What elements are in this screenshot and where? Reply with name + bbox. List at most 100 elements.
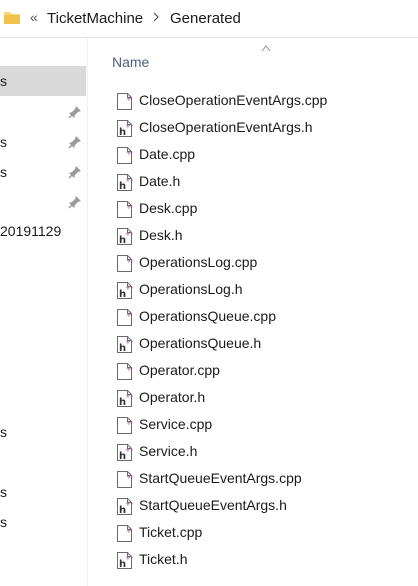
file-name: OperationsLog.h [139, 281, 243, 297]
svg-text:++: ++ [126, 419, 133, 427]
file-row[interactable]: ++ OperationsQueue.cpp [116, 304, 406, 330]
file-row[interactable]: h++ Operator.h [116, 385, 406, 411]
header-file-icon: h++ [117, 282, 133, 300]
navigation-pane[interactable]: s s s 20191129 s s s [0, 38, 88, 586]
nav-item[interactable]: s [0, 477, 86, 507]
file-name: Date.h [139, 173, 181, 189]
svg-text:++: ++ [125, 176, 133, 184]
file-row[interactable]: h++ CloseOperationEventArgs.h [116, 115, 406, 141]
file-row[interactable]: ++ StartQueueEventArgs.cpp [116, 466, 406, 492]
pin-icon[interactable] [68, 105, 82, 119]
nav-item[interactable]: s [0, 157, 86, 187]
cpp-file-icon: ++ [117, 93, 133, 110]
file-row[interactable]: h++ Desk.h [116, 223, 406, 249]
cpp-file-icon: ++ [117, 417, 133, 434]
breadcrumb-overflow-button[interactable]: « [30, 9, 38, 25]
file-row[interactable]: ++ Desk.cpp [116, 196, 406, 222]
file-row[interactable]: h++ Ticket.h [116, 547, 406, 573]
cpp-file-icon: ++ [117, 525, 133, 542]
nav-item[interactable]: s [0, 127, 86, 157]
file-name: OperationsQueue.h [139, 335, 262, 351]
nav-item[interactable] [0, 187, 86, 217]
svg-text:++: ++ [125, 122, 133, 130]
svg-text:++: ++ [126, 95, 133, 103]
breadcrumb-ticketmachine[interactable]: TicketMachine [47, 10, 143, 27]
svg-text:++: ++ [126, 473, 133, 481]
cpp-file-icon: ++ [117, 471, 133, 488]
nav-item[interactable]: s [0, 507, 86, 537]
folder-icon [4, 12, 20, 24]
nav-item-label: s [0, 73, 7, 89]
header-file-icon: h++ [117, 498, 133, 516]
file-row[interactable]: ++ CloseOperationEventArgs.cpp [116, 88, 406, 114]
svg-text:++: ++ [125, 446, 133, 454]
cpp-file-icon: ++ [117, 309, 133, 326]
header-file-icon: h++ [117, 444, 133, 462]
file-name: Ticket.cpp [139, 524, 203, 540]
svg-text:++: ++ [126, 257, 133, 265]
svg-text:++: ++ [125, 338, 133, 346]
file-row[interactable]: h++ Date.h [116, 169, 406, 195]
file-name: StartQueueEventArgs.cpp [139, 470, 302, 486]
file-name: CloseOperationEventArgs.h [139, 119, 313, 135]
header-file-icon: h++ [117, 120, 133, 138]
nav-item-label: s [0, 164, 7, 180]
file-name: Desk.cpp [139, 200, 198, 216]
svg-text:++: ++ [125, 554, 133, 562]
nav-item[interactable]: s [0, 417, 86, 447]
file-name: Date.cpp [139, 146, 196, 162]
file-row[interactable]: ++ Operator.cpp [116, 358, 406, 384]
svg-text:++: ++ [126, 527, 133, 535]
nav-item-label: 20191129 [0, 223, 62, 239]
nav-item[interactable] [0, 97, 86, 127]
nav-item[interactable]: s [0, 66, 86, 96]
header-file-icon: h++ [117, 552, 133, 570]
svg-text:++: ++ [126, 149, 133, 157]
svg-text:++: ++ [125, 500, 133, 508]
file-row[interactable]: ++ Date.cpp [116, 142, 406, 168]
address-bar[interactable]: « TicketMachine Generated [0, 0, 418, 38]
file-name: OperationsLog.cpp [139, 254, 258, 270]
breadcrumb-generated[interactable]: Generated [170, 10, 241, 27]
header-file-icon: h++ [117, 336, 133, 354]
cpp-file-icon: ++ [117, 255, 133, 272]
nav-item-label: s [0, 134, 7, 150]
file-row[interactable]: ++ OperationsLog.cpp [116, 250, 406, 276]
file-name: Operator.h [139, 389, 206, 405]
cpp-file-icon: ++ [117, 201, 133, 218]
cpp-file-icon: ++ [117, 363, 133, 380]
pin-icon[interactable] [68, 165, 82, 179]
file-name: Ticket.h [139, 551, 188, 567]
svg-text:++: ++ [125, 392, 133, 400]
sort-ascending-icon[interactable] [261, 44, 271, 52]
file-name: Service.h [139, 443, 198, 459]
chevron-right-icon[interactable] [152, 12, 160, 22]
pin-icon[interactable] [68, 195, 82, 209]
file-name: StartQueueEventArgs.h [139, 497, 287, 513]
svg-text:++: ++ [126, 311, 133, 319]
file-name: Desk.h [139, 227, 183, 243]
file-name: OperationsQueue.cpp [139, 308, 276, 324]
svg-text:++: ++ [125, 284, 133, 292]
header-file-icon: h++ [117, 174, 133, 192]
nav-item-label: s [0, 484, 7, 500]
file-name: Operator.cpp [139, 362, 220, 378]
cpp-file-icon: ++ [117, 147, 133, 164]
file-row[interactable]: h++ Service.h [116, 439, 406, 465]
pin-icon[interactable] [68, 135, 82, 149]
file-row[interactable]: h++ StartQueueEventArgs.h [116, 493, 406, 519]
file-row[interactable]: h++ OperationsQueue.h [116, 331, 406, 357]
nav-item-label: s [0, 514, 7, 530]
file-name: Service.cpp [139, 416, 213, 432]
header-file-icon: h++ [117, 228, 133, 246]
file-name: CloseOperationEventArgs.cpp [139, 92, 328, 108]
name-column-header[interactable]: Name [112, 54, 149, 70]
svg-text:++: ++ [126, 203, 133, 211]
svg-text:++: ++ [126, 365, 133, 373]
nav-item[interactable]: 20191129 [0, 216, 86, 246]
file-row[interactable]: ++ Service.cpp [116, 412, 406, 438]
file-row[interactable]: ++ Ticket.cpp [116, 520, 406, 546]
header-file-icon: h++ [117, 390, 133, 408]
svg-text:++: ++ [125, 230, 133, 238]
file-row[interactable]: h++ OperationsLog.h [116, 277, 406, 303]
